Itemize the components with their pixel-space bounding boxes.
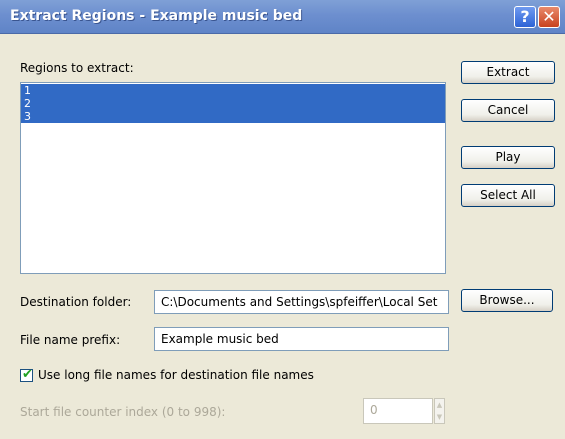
window-title: Extract Regions - Example music bed: [10, 8, 303, 24]
list-item[interactable]: 3: [21, 110, 445, 123]
select-all-button[interactable]: Select All: [461, 184, 555, 207]
close-icon[interactable]: ✕: [538, 6, 560, 28]
list-item[interactable]: 1: [21, 84, 445, 97]
counter-label: Start file counter index (0 to 998):: [20, 405, 226, 419]
long-names-checkbox[interactable]: ✔: [20, 367, 33, 382]
regions-listbox[interactable]: 1 2 3: [20, 82, 446, 274]
destination-folder-label: Destination folder:: [20, 295, 132, 309]
cancel-button[interactable]: Cancel: [461, 99, 555, 122]
spin-down-icon[interactable]: ▼: [435, 411, 444, 423]
extract-regions-dialog: Extract Regions - Example music bed ? ✕ …: [0, 0, 565, 439]
counter-input[interactable]: 0: [363, 398, 433, 424]
long-names-label[interactable]: Use long file names for destination file…: [38, 368, 314, 382]
play-button[interactable]: Play: [461, 146, 555, 169]
list-item[interactable]: 2: [21, 97, 445, 110]
checkmark-icon: ✔: [22, 367, 33, 382]
file-name-prefix-label: File name prefix:: [20, 333, 121, 347]
title-bar[interactable]: Extract Regions - Example music bed ? ✕: [0, 0, 565, 34]
help-icon[interactable]: ?: [514, 6, 536, 28]
destination-folder-field[interactable]: C:\Documents and Settings\spfeiffer\Loca…: [154, 290, 449, 314]
counter-spinner[interactable]: ▲ ▼: [434, 398, 445, 424]
extract-button[interactable]: Extract: [461, 61, 555, 84]
regions-label: Regions to extract:: [20, 61, 134, 75]
browse-button[interactable]: Browse...: [461, 289, 553, 312]
spin-up-icon[interactable]: ▲: [435, 399, 444, 411]
file-name-prefix-field[interactable]: Example music bed: [154, 327, 449, 351]
